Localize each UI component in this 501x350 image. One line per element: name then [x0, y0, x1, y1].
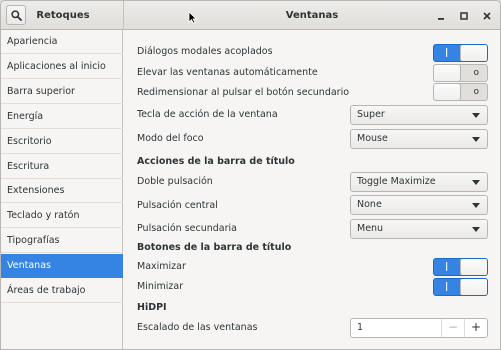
focus-mode-dropdown[interactable]: Mouse	[350, 129, 488, 149]
header-bar: Retoques Ventanas	[1, 1, 500, 30]
switch-knob	[460, 259, 487, 275]
sidebar-item-aplicaciones-al-inicio[interactable]: Aplicaciones al inicio	[1, 55, 123, 79]
maximize-button-label: Maximizar	[137, 261, 186, 272]
middle-click-dropdown[interactable]: None	[350, 195, 488, 215]
switch-on-mark: |	[445, 282, 449, 292]
resize-secondary-switch[interactable]: o	[433, 83, 488, 101]
tweaks-window: Retoques Ventanas Apariencia Aplicacione…	[0, 0, 501, 350]
sidebar-item-apariencia[interactable]: Apariencia	[1, 30, 123, 54]
switch-on-mark: |	[445, 262, 449, 272]
increment-button[interactable]: +	[464, 319, 487, 337]
double-click-value: Toggle Maximize	[357, 176, 436, 187]
window-scaling-label: Escalado de las ventanas	[137, 322, 258, 333]
resize-secondary-label: Redimensionar al pulsar el botón secunda…	[137, 87, 350, 98]
sidebar-item-teclado-y-raton[interactable]: Teclado y ratón	[1, 204, 123, 228]
maximize-button-switch[interactable]: |	[433, 258, 488, 276]
focus-mode-label: Modo del foco	[137, 133, 204, 144]
attached-modals-label: Diálogos modales acoplados	[137, 46, 273, 57]
switch-knob	[434, 65, 461, 81]
hidpi-heading: HiDPI	[137, 302, 167, 313]
sidebar-item-extensiones[interactable]: Extensiones	[1, 179, 123, 203]
window-scaling-value[interactable]: 1	[357, 319, 363, 337]
maximize-icon[interactable]	[457, 9, 471, 23]
sidebar: Apariencia Aplicaciones al inicio Barra …	[1, 30, 123, 349]
auto-raise-switch[interactable]: o	[433, 64, 488, 82]
switch-knob	[460, 45, 487, 61]
sidebar-item-energia[interactable]: Energía	[1, 105, 123, 129]
sidebar-item-escritura[interactable]: Escritura	[1, 155, 123, 179]
close-icon[interactable]	[480, 9, 494, 23]
minimize-button-switch[interactable]: |	[433, 278, 488, 296]
decrement-button[interactable]: −	[441, 319, 464, 337]
secondary-click-value: Menu	[357, 223, 384, 234]
dropdown-arrow-icon	[472, 137, 480, 142]
titlebar-actions-heading: Acciones de la barra de título	[137, 156, 295, 167]
sidebar-item-escritorio[interactable]: Escritorio	[1, 130, 123, 154]
titlebar-buttons-heading: Botones de la barra de título	[137, 242, 292, 253]
dropdown-arrow-icon	[472, 113, 480, 118]
search-icon	[11, 10, 22, 21]
middle-click-label: Pulsación central	[137, 200, 218, 211]
attached-modals-switch[interactable]: |	[433, 44, 488, 62]
action-key-label: Tecla de acción de la ventana	[137, 109, 278, 120]
search-button[interactable]	[6, 5, 26, 25]
middle-click-value: None	[357, 199, 382, 210]
switch-knob	[434, 84, 461, 100]
sidebar-item-areas-de-trabajo[interactable]: Áreas de trabajo	[1, 279, 123, 303]
sidebar-item-ventanas[interactable]: Ventanas	[1, 254, 123, 278]
sidebar-item-barra-superior[interactable]: Barra superior	[1, 80, 123, 104]
action-key-value: Super	[357, 109, 385, 120]
dropdown-arrow-icon	[472, 180, 480, 185]
auto-raise-label: Elevar las ventanas automáticamente	[137, 67, 318, 78]
switch-off-mark: o	[473, 87, 479, 97]
secondary-click-dropdown[interactable]: Menu	[350, 219, 488, 239]
mouse-pointer-icon	[188, 11, 197, 24]
action-key-dropdown[interactable]: Super	[350, 105, 488, 125]
app-title: Retoques	[36, 10, 90, 21]
dropdown-arrow-icon	[472, 203, 480, 208]
dropdown-arrow-icon	[472, 227, 480, 232]
sidebar-item-tipografias[interactable]: Tipografías	[1, 229, 123, 253]
switch-on-mark: |	[445, 48, 449, 58]
switch-knob	[460, 279, 487, 295]
switch-off-mark: o	[473, 68, 479, 78]
focus-mode-value: Mouse	[357, 133, 388, 144]
double-click-dropdown[interactable]: Toggle Maximize	[350, 172, 488, 192]
minimize-button-label: Minimizar	[137, 281, 184, 292]
window-scaling-spinbutton[interactable]: 1 − +	[350, 318, 488, 338]
secondary-click-label: Pulsación secundaria	[137, 223, 237, 234]
double-click-label: Doble pulsación	[137, 176, 213, 187]
minimize-icon[interactable]	[434, 9, 448, 23]
settings-panel: Diálogos modales acoplados | Elevar las …	[124, 30, 500, 349]
